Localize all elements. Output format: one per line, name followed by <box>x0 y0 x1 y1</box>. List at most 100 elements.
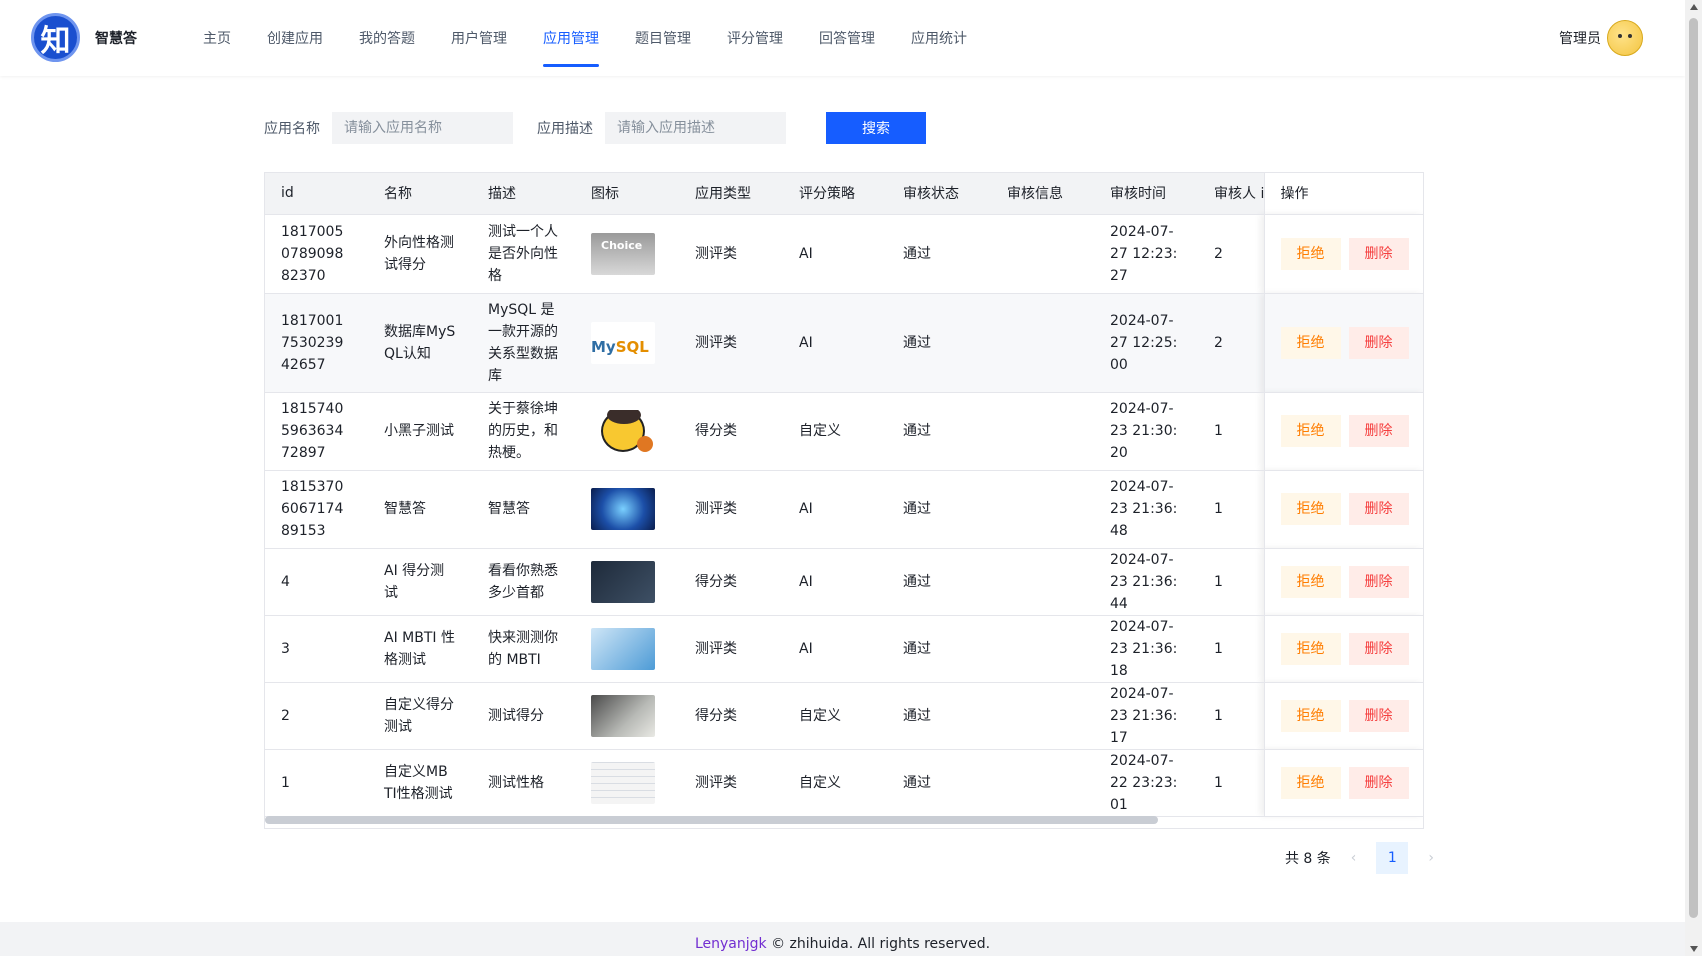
cell-reviewer: 2 <box>1198 214 1264 294</box>
cell-desc: 快来测测你的 MBTI <box>472 615 575 683</box>
cell-strategy: AI <box>783 293 887 393</box>
nav-item[interactable]: 回答管理 <box>801 0 893 76</box>
cell-name: 外向性格测试得分 <box>368 214 472 294</box>
sheet-image <box>575 749 679 817</box>
delete-button[interactable]: 删除 <box>1348 326 1409 359</box>
next-page-icon[interactable]: › <box>1428 850 1434 866</box>
nav-item[interactable]: 应用统计 <box>893 0 985 76</box>
delete-button[interactable]: 删除 <box>1348 415 1409 447</box>
nav-item[interactable]: 评分管理 <box>709 0 801 76</box>
paper-image <box>575 682 679 750</box>
prev-page-icon[interactable]: ‹ <box>1351 850 1357 866</box>
cell-name: 智慧答 <box>368 470 472 549</box>
cell-info <box>991 392 1094 471</box>
reject-button[interactable]: 拒绝 <box>1280 326 1341 359</box>
top-header: 知 智慧答 主页 创建应用 我的答题 用户管理 应用管理 题目管理 评分管理 回答管理 应用统计… <box>0 0 1685 76</box>
app-logo-icon[interactable]: 知 <box>31 13 80 62</box>
cell-strategy: AI <box>783 470 887 549</box>
cell-strategy: 自定义 <box>783 392 887 471</box>
table-header: id 名称 描述 图标 应用类型 评分策略 审核状态 审核信息 审核时间 审核人 i 操作 <box>265 173 1423 215</box>
cell-actions: 拒绝 删除 <box>1263 214 1423 294</box>
brand-name[interactable]: 智慧答 <box>95 28 137 48</box>
cell-info <box>991 615 1094 683</box>
app-name-input[interactable] <box>332 112 513 144</box>
cell-type: 测评类 <box>679 214 783 294</box>
nav-item[interactable]: 题目管理 <box>617 0 709 76</box>
cell-id: 2 <box>265 682 368 750</box>
cell-info <box>991 749 1094 817</box>
reject-button[interactable]: 拒绝 <box>1280 237 1341 270</box>
avatar[interactable] <box>1607 20 1643 56</box>
cell-status: 通过 <box>887 548 991 616</box>
scroll-down-icon[interactable] <box>1690 946 1698 952</box>
table-row: 4 AI 得分测试 看看你熟悉多少首都 得分类 AI 通过 2024-07-23 21:36… <box>265 548 1423 616</box>
cell-desc: MySQL 是一款开源的关系型数据库 <box>472 293 575 393</box>
cell-reviewer: 1 <box>1198 615 1264 683</box>
cell-type: 得分类 <box>679 682 783 750</box>
reject-button[interactable]: 拒绝 <box>1280 632 1341 665</box>
app-table: id 名称 描述 图标 应用类型 评分策略 审核状态 审核信息 审核时间 审核人 i 操作 1817… <box>264 172 1424 829</box>
cell-status: 通过 <box>887 749 991 817</box>
cell-id: 1815740596363472897 <box>265 392 368 471</box>
pagination: 共 8 条 ‹ 1 › <box>1285 842 1434 874</box>
column-header: 评分策略 <box>783 173 887 215</box>
column-header: 图标 <box>575 173 679 215</box>
nav-item[interactable]: 主页 <box>185 0 249 76</box>
vertical-scrollbar[interactable] <box>1685 0 1702 956</box>
nav-item[interactable]: 应用管理 <box>525 0 617 76</box>
cell-name: 数据库MySQL认知 <box>368 293 472 393</box>
user-name[interactable]: 管理员 <box>1559 28 1601 48</box>
reject-button[interactable]: 拒绝 <box>1280 415 1341 447</box>
horizontal-scrollbar[interactable] <box>265 816 1158 824</box>
reject-button[interactable]: 拒绝 <box>1280 699 1341 732</box>
reject-button[interactable]: 拒绝 <box>1280 766 1341 799</box>
tech-image <box>575 470 679 549</box>
nav-item[interactable]: 用户管理 <box>433 0 525 76</box>
page-button-current[interactable]: 1 <box>1376 842 1409 874</box>
delete-button[interactable]: 删除 <box>1348 493 1409 525</box>
blue-image <box>575 615 679 683</box>
user-menu[interactable]: 管理员 <box>1559 20 1643 56</box>
table-row: 1815370606717489153 智慧答 智慧答 测评类 AI 通过 2024-07-… <box>265 470 1423 549</box>
app-name-label: 应用名称 <box>264 121 320 137</box>
cell-info <box>991 293 1094 393</box>
scrollbar-thumb[interactable] <box>1689 18 1698 918</box>
delete-button[interactable]: 删除 <box>1348 565 1409 598</box>
nav-item[interactable]: 我的答题 <box>341 0 433 76</box>
cell-status: 通过 <box>887 214 991 294</box>
cell-desc: 测试一个人是否外向性格 <box>472 214 575 294</box>
delete-button[interactable]: 删除 <box>1348 237 1409 270</box>
search-button[interactable]: 搜索 <box>826 112 926 144</box>
cell-actions: 拒绝 删除 <box>1263 392 1423 471</box>
delete-button[interactable]: 删除 <box>1348 766 1409 799</box>
cell-id: 1817005078909882370 <box>265 214 368 294</box>
footer: Lenyanjgk © zhihuida. All rights reserve… <box>0 922 1685 956</box>
cell-time: 2024-07-23 21:30:20 <box>1094 392 1198 471</box>
cell-time: 2024-07-23 21:36:17 <box>1094 682 1198 750</box>
app-desc-input[interactable] <box>605 112 786 144</box>
cell-id: 1817001753023942657 <box>265 293 368 393</box>
cell-name: 自定义MBTI性格测试 <box>368 749 472 817</box>
cell-strategy: AI <box>783 615 887 683</box>
column-header: 应用类型 <box>679 173 783 215</box>
reject-button[interactable]: 拒绝 <box>1280 493 1341 525</box>
cell-time: 2024-07-27 12:23:27 <box>1094 214 1198 294</box>
total-count: 共 8 条 <box>1284 851 1331 867</box>
table-row: 3 AI MBTI 性格测试 快来测测你的 MBTI 测评类 AI 通过 2024-07-2… <box>265 615 1423 683</box>
cell-status: 通过 <box>887 470 991 549</box>
cell-id: 3 <box>265 615 368 683</box>
cell-type: 得分类 <box>679 548 783 616</box>
reject-button[interactable]: 拒绝 <box>1280 565 1341 598</box>
cell-status: 通过 <box>887 615 991 683</box>
app-desc-label: 应用描述 <box>537 121 593 137</box>
table-row: 1815740596363472897 小黑子测试 关于蔡徐坤的历史，和热梗。 得分类… <box>265 392 1423 471</box>
delete-button[interactable]: 删除 <box>1348 699 1409 732</box>
nav-item[interactable]: 创建应用 <box>249 0 341 76</box>
delete-button[interactable]: 删除 <box>1348 632 1409 665</box>
table-row: 1817005078909882370 外向性格测试得分 测试一个人是否外向性格 Ch… <box>265 214 1423 294</box>
cell-time: 2024-07-27 12:25:00 <box>1094 293 1198 393</box>
cell-type: 测评类 <box>679 470 783 549</box>
scroll-up-icon[interactable] <box>1690 4 1698 10</box>
cell-reviewer: 1 <box>1198 682 1264 750</box>
author-link[interactable]: Lenyanjgk <box>695 936 767 952</box>
